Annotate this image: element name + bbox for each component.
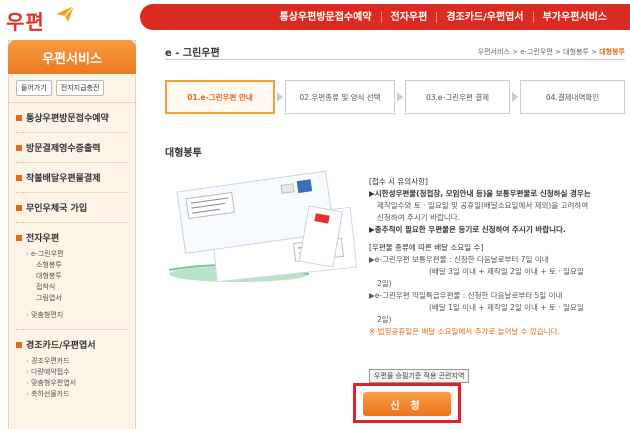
breadcrumb: 우편서비스 > e-그린우편 > 대형봉투 > 대형봉투: [478, 47, 625, 57]
menu-group: 무인우체국 가입: [16, 193, 128, 223]
notice-line: 신청하여 주시기 바랍니다.: [377, 213, 461, 222]
logo-wing-icon: [56, 5, 75, 22]
nav-e-mail-post[interactable]: 전자우편: [380, 11, 437, 23]
breadcrumb-separator: >: [555, 48, 561, 56]
apply-button[interactable]: 신 청: [363, 392, 451, 416]
square-bullet-icon: [16, 174, 22, 181]
step-indicator: 01.e-그린우편 안내 02.우편종류 및 양식 선택 03.e-그린우편 결…: [165, 80, 625, 114]
notice-line: ▶시한성우편물(청첩장, 모임안내 등)을 보통우편물로 신청하실 경우는: [369, 189, 591, 198]
submenu-item-large-envelope[interactable]: 대형봉투: [36, 271, 128, 282]
sidebar-item-unmanned-office[interactable]: 무인우체국 가입: [16, 201, 128, 214]
square-bullet-icon: [16, 114, 22, 121]
sidebar-item-cod-payment[interactable]: 착불배달우편물결제: [16, 171, 128, 184]
notice-line: 제작일수와 토 · 일요일 및 공휴일(배달소요일에서 제외)을 고려하여: [377, 201, 589, 210]
step-4: 04.결제내역확인: [520, 80, 625, 114]
nav-visit-pickup[interactable]: 통상우편방문접수예약: [271, 12, 381, 23]
sidebar-item-receipt-print[interactable]: 방문결제영수증출력: [16, 141, 128, 154]
breadcrumb-separator: >: [591, 48, 597, 56]
submenu-item-bulk-reservation[interactable]: 다량예약접수: [26, 367, 128, 378]
top-header: 우편 통상우편방문접수예약 전자우편 경조카드/우편엽서 부가우편서비스: [0, 0, 630, 34]
logo-text: 우편: [6, 10, 45, 34]
enter-button[interactable]: 들어가기: [16, 80, 52, 96]
sidebar-item-label: 무인우체국 가입: [26, 204, 88, 214]
sidebar-menu: 통상우편방문접수예약 방문결제영수증출력 착불배달우편물결제 무인우체국 가입: [9, 103, 135, 408]
breadcrumb-separator: >: [512, 48, 518, 56]
sidebar-item-label: 통상우편방문접수예약: [26, 114, 109, 124]
breadcrumb-item[interactable]: 대형봉투: [563, 48, 589, 56]
breadcrumb-item[interactable]: 우편서비스: [478, 48, 510, 56]
menu-group: 착불배달우편물결제: [16, 163, 128, 193]
notice-info: [접수 시 유의사항] ▶시한성우편물(청첩장, 모임안내 등)을 보통우편물로…: [369, 176, 625, 338]
delivery-line: 2일): [377, 279, 392, 288]
delivery-heading: [우편물 종류에 따른 배달 소요일 수]: [369, 243, 484, 252]
square-bullet-icon: [16, 234, 22, 241]
delivery-line: (배달 1일 이내 + 제작일 2일 이내 + 토 · 일요일: [429, 303, 584, 312]
square-bullet-icon: [16, 341, 22, 348]
sidebar-item-visit-pickup[interactable]: 통상우편방문접수예약: [16, 111, 128, 124]
sidebar-item-label: 방문결제영수증출력: [26, 144, 101, 154]
top-navigation: 통상우편방문접수예약 전자우편 경조카드/우편엽서 부가우편서비스: [140, 4, 630, 30]
submenu-item-gift-card[interactable]: 축하선물카드: [26, 389, 128, 400]
restricted-area-button[interactable]: 우편물 승필기준 적용 곤란지역: [369, 369, 470, 383]
page-title-row: e - 그린우편 우편서비스 > e-그린우편 > 대형봉투 > 대형봉투: [165, 40, 625, 60]
submenu-item-small-envelope[interactable]: 소형봉투: [36, 260, 128, 271]
main-content: e - 그린우편 우편서비스 > e-그린우편 > 대형봉투 > 대형봉투 01…: [165, 40, 625, 423]
holiday-note: ※ 법정공휴일은 배달 소요일에서 추가로 늘어날 수 있습니다.: [369, 327, 560, 336]
delivery-line: (배달 3일 이내 + 제작일 2일 이내 + 토 · 일요일: [429, 267, 584, 276]
step-arrow-icon: [277, 92, 283, 102]
large-envelope-image: [169, 170, 358, 283]
menu-group: 방문결제영수증출력: [16, 133, 128, 163]
sidebar-item-greeting-card[interactable]: 경조카드/우편엽서: [16, 338, 128, 351]
apply-highlight-frame: 신 청: [353, 383, 461, 423]
sidebar-item-label: 경조카드/우편엽서: [26, 341, 96, 351]
nav-extra-service[interactable]: 부가우편서비스: [532, 11, 616, 23]
submenu-item-custom-letter[interactable]: 맞춤형편지: [26, 310, 128, 321]
square-bullet-icon: [16, 204, 22, 211]
notice-heading: [접수 시 유의사항]: [369, 177, 428, 186]
menu-group: 통상우편방문접수예약: [16, 103, 128, 133]
breadcrumb-item[interactable]: e-그린우편: [520, 48, 553, 56]
step-3: 03.e-그린우편 결제: [405, 80, 510, 114]
notice-line: ▶종추적이 필요한 우편물은 등기로 신청하여 주시기 바랍니다.: [369, 225, 566, 234]
delivery-line: ▶e-그린우편 익일특급우편물 : 신청한 다음날로부터 5일 이내: [369, 291, 563, 300]
section-title: 대형봉투: [165, 148, 202, 159]
page-title: e - 그린우편: [165, 48, 220, 59]
submenu: e-그린우편 소형봉투 대형봉투 접착식 그림엽서 맞춤형편지: [16, 249, 128, 321]
submenu-item-custom-postcard[interactable]: 맞춤형우편엽서: [26, 378, 128, 389]
breadcrumb-current: 대형봉투: [599, 48, 625, 56]
sidebar-item-label: 전자우편: [26, 234, 60, 244]
charge-button[interactable]: 전지지급충전: [55, 80, 105, 96]
sidebar-item-e-mail-post[interactable]: 전자우편: [16, 231, 128, 244]
square-bullet-icon: [16, 144, 22, 151]
menu-group: 전자우편 e-그린우편 소형봉투 대형봉투 접착식 그림엽서 맞춤형편지: [16, 223, 128, 330]
step-1: 01.e-그린우편 안내: [165, 80, 275, 114]
step-arrow-icon: [397, 92, 403, 102]
sidebar: 우편서비스 들어가기 전지지급충전 통상우편방문접수예약 방문결제영수증출력 착…: [8, 40, 136, 429]
epost-logo[interactable]: 우편: [6, 4, 86, 34]
nav-greeting-card[interactable]: 경조카드/우편엽서: [436, 11, 532, 23]
sidebar-title: 우편서비스: [8, 40, 136, 74]
submenu-item-greeting-card[interactable]: 경조우편카드: [26, 356, 128, 367]
submenu-children: 소형봉투 대형봉투 접착식 그림엽서: [26, 260, 128, 304]
delivery-line: ▶e-그린우편 보통우편물 : 신청한 다음날로부터 7일 이내: [369, 255, 549, 264]
submenu: 경조우편카드 다량예약접수 맞춤형우편엽서 축하선물카드: [16, 356, 128, 400]
submenu-item-picture-postcard[interactable]: 그림엽서: [36, 293, 128, 304]
delivery-line: 2일): [377, 315, 392, 324]
submenu-item-adhesive[interactable]: 접착식: [36, 282, 128, 293]
submenu-item-e-green[interactable]: e-그린우편: [26, 249, 128, 260]
menu-group: 경조카드/우편엽서 경조우편카드 다량예약접수 맞춤형우편엽서 축하선물카드: [16, 330, 128, 408]
sidebar-buttons: 들어가기 전지지급충전: [9, 74, 135, 103]
step-arrow-icon: [512, 92, 518, 102]
step-2: 02.우편종류 및 양식 선택: [285, 80, 395, 114]
sidebar-item-label: 착불배달우편물결제: [26, 174, 101, 184]
